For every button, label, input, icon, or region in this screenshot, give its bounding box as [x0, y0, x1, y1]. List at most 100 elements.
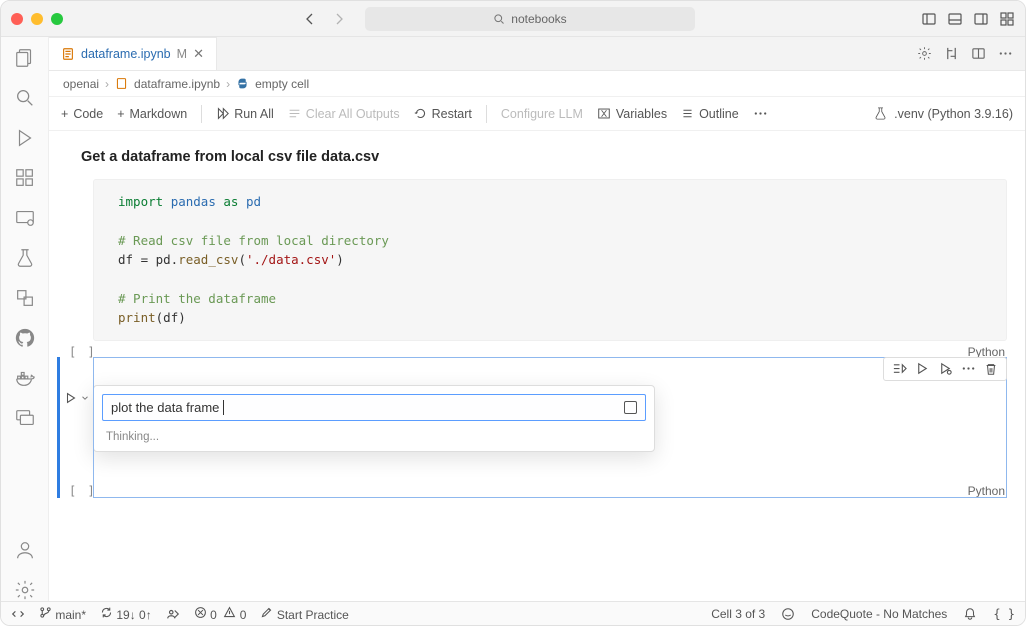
cell-more-icon[interactable] — [961, 361, 976, 376]
tab-more-icon[interactable] — [998, 46, 1013, 61]
notebook-content: Get a dataframe from local csv file data… — [49, 131, 1025, 601]
testing-icon[interactable] — [14, 247, 36, 269]
inline-prompt-status: Thinking... — [94, 429, 654, 443]
status-bar: main* 19↓ 0↑ 0 0 Start Practice Cell 3 o… — [1, 601, 1025, 625]
bell-icon[interactable] — [963, 607, 977, 621]
breadcrumb-folder[interactable]: openai — [63, 77, 99, 91]
close-window-icon[interactable] — [11, 13, 23, 25]
toolbar-more-icon[interactable] — [753, 106, 768, 121]
tab-modified-indicator: M — [177, 47, 187, 61]
cell-run-by-line-icon[interactable] — [892, 361, 907, 376]
breadcrumb-cell[interactable]: empty cell — [255, 77, 309, 91]
clear-outputs-button[interactable]: Clear All Outputs — [288, 107, 400, 121]
run-debug-icon[interactable] — [14, 127, 36, 149]
cell-toolbar — [883, 357, 1007, 381]
layout-sidebar-left-icon[interactable] — [921, 11, 937, 27]
codequote-status[interactable]: CodeQuote - No Matches — [811, 607, 947, 621]
breadcrumb[interactable]: openai › dataframe.ipynb › empty cell — [49, 71, 1025, 97]
cell-position[interactable]: Cell 3 of 3 — [711, 607, 765, 621]
inline-prompt-text: plot the data frame — [111, 400, 219, 415]
inline-prompt-input[interactable]: plot the data frame — [102, 394, 646, 421]
stop-icon[interactable] — [624, 401, 637, 414]
remote-icon[interactable] — [14, 207, 36, 229]
tab-dataframe[interactable]: dataframe.ipynb M ✕ — [49, 37, 217, 70]
account-icon[interactable] — [14, 539, 36, 561]
markdown-cell-text[interactable]: Get a dataframe from local csv file data… — [57, 145, 1007, 179]
titlebar: notebooks — [1, 1, 1025, 37]
git-branch[interactable]: main* — [39, 606, 86, 622]
breadcrumb-file[interactable]: dataframe.ipynb — [134, 77, 220, 91]
search-icon — [493, 13, 505, 25]
braces-icon[interactable]: { } — [993, 607, 1015, 621]
cell-lang-label[interactable]: Python — [968, 484, 1005, 498]
run-cell-icon[interactable] — [64, 391, 78, 405]
add-markdown-button[interactable]: +Markdown — [117, 107, 187, 121]
add-code-button[interactable]: +Code — [61, 107, 103, 121]
comments-icon[interactable] — [14, 407, 36, 429]
nav-back-icon[interactable] — [303, 11, 319, 27]
problems[interactable]: 0 0 — [194, 606, 247, 622]
smile-icon[interactable] — [781, 607, 795, 621]
git-sync[interactable]: 19↓ 0↑ — [100, 606, 152, 622]
outline-button[interactable]: Outline — [681, 107, 739, 121]
tab-diff-icon[interactable] — [944, 46, 959, 61]
cell-exec-indicator: [ ] — [69, 484, 97, 498]
variables-icon — [597, 107, 611, 120]
references-icon[interactable] — [14, 287, 36, 309]
inline-prompt: plot the data frame Thinking... — [93, 385, 655, 452]
window-controls — [11, 13, 63, 25]
restart-icon — [414, 107, 427, 120]
command-center-text: notebooks — [511, 12, 566, 26]
kernel-selector[interactable]: .venv (Python 3.9.16) — [894, 107, 1013, 121]
git-branch-icon — [39, 606, 52, 619]
live-share-icon[interactable] — [166, 607, 180, 621]
cell-exec-indicator: [ ] — [69, 345, 97, 359]
command-center[interactable]: notebooks — [365, 7, 695, 31]
tab-settings-icon[interactable] — [917, 46, 932, 61]
editor-tabs: dataframe.ipynb M ✕ — [49, 37, 1025, 71]
minimize-window-icon[interactable] — [31, 13, 43, 25]
github-icon[interactable] — [14, 327, 36, 349]
activity-bar — [1, 37, 49, 601]
code-cell-1[interactable]: import pandas as pd # Read csv file from… — [57, 179, 1007, 359]
customize-layout-icon[interactable] — [999, 11, 1015, 27]
cell-run-gutter[interactable] — [64, 391, 90, 405]
notebook-file-icon — [61, 47, 75, 61]
restart-button[interactable]: Restart — [414, 107, 472, 121]
kernel-icon — [873, 106, 888, 121]
run-chevron-icon[interactable] — [80, 393, 90, 403]
active-cell-indicator — [57, 357, 60, 498]
error-icon — [194, 606, 207, 619]
variables-button[interactable]: Variables — [597, 107, 667, 121]
cell-delete-icon[interactable] — [984, 362, 998, 376]
search-activity-icon[interactable] — [14, 87, 36, 109]
cell-execute-above-icon[interactable] — [938, 361, 953, 376]
warning-icon — [223, 606, 236, 619]
extensions-icon[interactable] — [14, 167, 36, 189]
run-all-icon — [216, 107, 229, 120]
configure-llm-button[interactable]: Configure LLM — [501, 107, 583, 121]
tab-filename: dataframe.ipynb — [81, 47, 171, 61]
maximize-window-icon[interactable] — [51, 13, 63, 25]
code-cell-2[interactable]: plot the data frame Thinking... [ ] Pyth… — [57, 385, 1007, 498]
sync-icon — [100, 606, 113, 619]
nav-forward-icon[interactable] — [331, 11, 347, 27]
cell-execute-icon[interactable] — [915, 361, 930, 376]
layout-panel-icon[interactable] — [947, 11, 963, 27]
outline-icon — [681, 107, 694, 120]
code-cell-1-editor[interactable]: import pandas as pd # Read csv file from… — [93, 179, 1007, 341]
layout-sidebar-right-icon[interactable] — [973, 11, 989, 27]
tab-split-icon[interactable] — [971, 46, 986, 61]
tab-close-icon[interactable]: ✕ — [193, 46, 204, 62]
docker-icon[interactable] — [14, 367, 36, 389]
python-icon — [236, 77, 249, 90]
notebook-file-icon — [115, 77, 128, 90]
remote-status-icon[interactable] — [11, 607, 25, 621]
clear-icon — [288, 107, 301, 120]
run-all-button[interactable]: Run All — [216, 107, 274, 121]
explorer-icon[interactable] — [14, 47, 36, 69]
start-practice[interactable]: Start Practice — [260, 606, 348, 622]
settings-gear-icon[interactable] — [14, 579, 36, 601]
notebook-toolbar: +Code +Markdown Run All Clear All Output… — [49, 97, 1025, 131]
edit-icon — [260, 606, 273, 619]
